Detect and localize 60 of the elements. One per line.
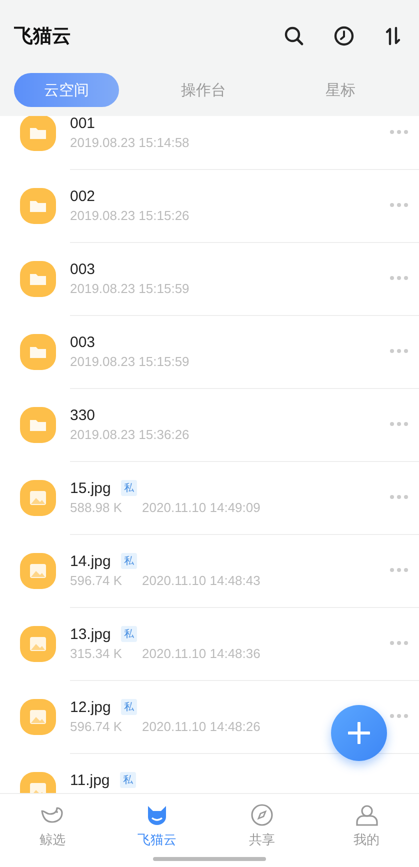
more-icon[interactable]: [389, 421, 409, 427]
file-size: 588.98 K: [70, 500, 122, 514]
image-file-icon: [20, 480, 56, 516]
tab[interactable]: 云空间: [14, 73, 119, 107]
file-name: 12.jpg: [70, 698, 111, 716]
file-date: 2020.11.10 14:49:09: [142, 500, 260, 514]
file-date: 2020.11.10 14:48:36: [142, 646, 260, 660]
file-date: 2019.08.23 15:14:58: [70, 134, 190, 150]
file-name: 330: [70, 406, 96, 424]
more-icon[interactable]: [389, 640, 409, 646]
nav-item[interactable]: 鲸选: [0, 802, 105, 849]
file-name: 14.jpg: [70, 552, 111, 570]
file-name: 11.jpg: [70, 772, 110, 788]
private-badge: 私: [120, 699, 137, 715]
more-icon[interactable]: [389, 275, 409, 281]
more-icon[interactable]: [389, 129, 409, 135]
more-icon[interactable]: [389, 202, 409, 208]
more-icon[interactable]: [389, 713, 409, 719]
nav-item[interactable]: 共享: [210, 802, 314, 849]
file-size: 315.34 K: [70, 646, 122, 660]
file-name: 003: [70, 334, 96, 350]
tab[interactable]: 操作台: [151, 73, 256, 107]
folder-icon: [20, 406, 56, 442]
more-icon[interactable]: [389, 348, 409, 354]
folder-icon: [20, 188, 56, 224]
file-name: 15.jpg: [70, 480, 111, 496]
private-badge: 私: [120, 480, 137, 496]
folder-icon: [20, 260, 56, 296]
image-file-icon: [20, 698, 56, 734]
private-badge: 私: [120, 553, 137, 569]
more-icon[interactable]: [389, 567, 409, 573]
nav-item[interactable]: 飞猫云: [104, 802, 210, 849]
file-size: 596.74 K: [70, 718, 122, 734]
file-date: 2019.08.23 15:15:59: [70, 354, 190, 368]
home-indicator[interactable]: [153, 857, 266, 861]
add-button[interactable]: [331, 705, 387, 761]
person-icon: [354, 802, 380, 828]
app-title: 飞猫云: [14, 24, 72, 49]
folder-icon: [20, 334, 56, 370]
private-badge: 私: [120, 626, 137, 642]
private-badge: 私: [120, 772, 136, 788]
file-name: 002: [70, 188, 96, 204]
file-date: 2020.11.10 14:48:43: [142, 572, 260, 588]
file-name: 001: [70, 116, 96, 132]
file-date: 2020.11.10 14:48:26: [142, 718, 260, 734]
file-date: 2019.08.23 15:15:59: [70, 280, 190, 296]
file-name: 003: [70, 260, 96, 278]
nav-item[interactable]: 我的: [314, 802, 419, 849]
plus-icon: [348, 722, 370, 744]
clock-icon[interactable]: [333, 25, 355, 47]
file-name: 13.jpg: [70, 626, 111, 642]
compass-icon: [248, 802, 275, 828]
tab[interactable]: 星标: [288, 73, 393, 107]
file-date: 2019.08.23 15:15:26: [70, 208, 190, 222]
image-file-icon: [20, 552, 56, 588]
more-icon[interactable]: [389, 494, 409, 500]
file-size: 596.74 K: [70, 572, 122, 588]
file-date: 2019.08.23 15:36:26: [70, 426, 190, 442]
search-icon[interactable]: [283, 25, 305, 47]
image-file-icon: [20, 626, 56, 662]
